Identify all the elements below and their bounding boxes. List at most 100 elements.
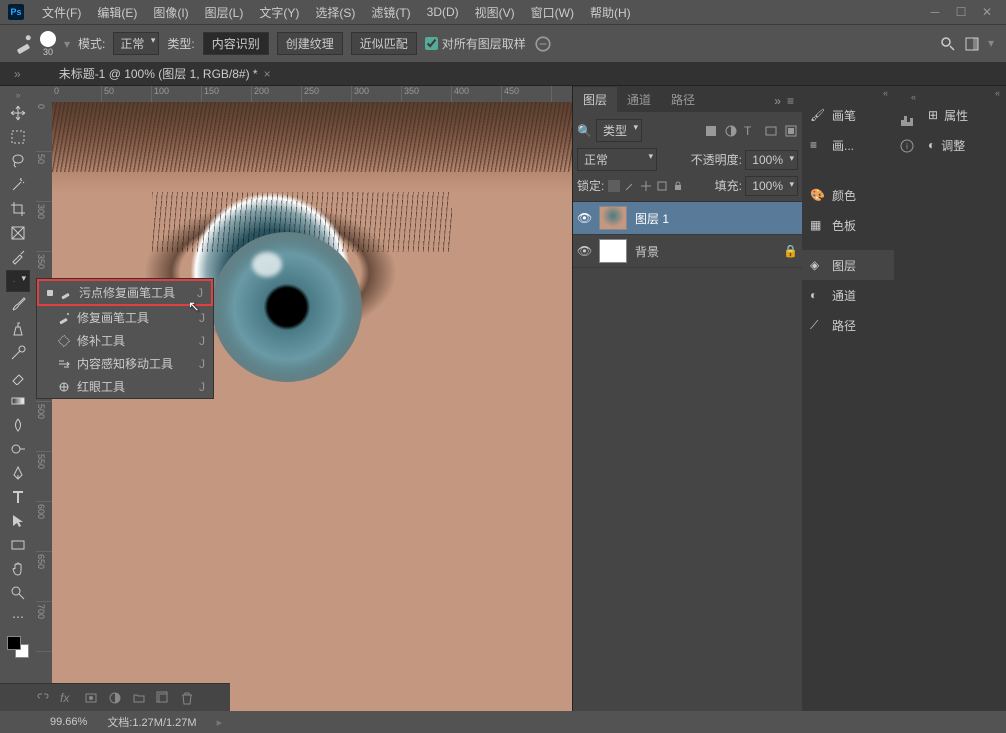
layers-tab[interactable]: 图层: [573, 87, 617, 112]
layer-filter-select[interactable]: 类型: [596, 119, 642, 142]
fill-input[interactable]: 100%: [745, 176, 798, 196]
document-tab[interactable]: 未标题-1 @ 100% (图层 1, RGB/8#) * ×: [49, 62, 281, 85]
collapse-icon[interactable]: «: [920, 86, 1006, 100]
spot-healing-brush-item[interactable]: 污点修复画笔工具 J: [37, 279, 213, 306]
paths-panel-btn[interactable]: ⟋路径: [802, 310, 894, 340]
sample-all-layers-checkbox[interactable]: 对所有图层取样: [425, 35, 526, 52]
adjustment-icon[interactable]: [108, 691, 122, 705]
properties-panel-btn[interactable]: ⊞属性: [920, 100, 1006, 130]
swatch-panel-btn[interactable]: ▦色板: [802, 210, 894, 240]
eraser-tool[interactable]: [6, 366, 30, 388]
rectangle-tool[interactable]: [6, 534, 30, 556]
type-create-texture[interactable]: 创建纹理: [277, 32, 343, 55]
lasso-tool[interactable]: [6, 150, 30, 172]
ruler-vertical[interactable]: 050300350400450500550600650700: [36, 102, 52, 711]
layer-name[interactable]: 图层 1: [635, 210, 669, 227]
window-close[interactable]: ✕: [976, 4, 998, 20]
workspace-icon[interactable]: [964, 36, 980, 52]
trash-icon[interactable]: [180, 691, 194, 705]
lock-paint-icon[interactable]: [624, 180, 636, 192]
move-tool[interactable]: [6, 102, 30, 124]
healing-brush-item[interactable]: 修复画笔工具 J: [37, 306, 213, 329]
filter-adjust-icon[interactable]: [724, 124, 738, 138]
patch-tool-item[interactable]: 修补工具 J: [37, 329, 213, 352]
gradient-tool[interactable]: [6, 390, 30, 412]
type-proximity-match[interactable]: 近似匹配: [351, 32, 417, 55]
opacity-input[interactable]: 100%: [745, 150, 798, 170]
brush-tool[interactable]: [6, 294, 30, 316]
filter-smart-icon[interactable]: [784, 124, 798, 138]
lock-all-icon[interactable]: [672, 180, 684, 192]
zoom-level[interactable]: 99.66%: [50, 716, 87, 728]
menu-layer[interactable]: 图层(L): [197, 4, 252, 21]
channels-panel-btn[interactable]: ◐通道: [802, 280, 894, 310]
menu-edit[interactable]: 编辑(E): [89, 4, 145, 21]
marquee-tool[interactable]: [6, 126, 30, 148]
status-chevron-icon[interactable]: ▸: [217, 716, 223, 729]
blend-mode-select[interactable]: 正常: [113, 32, 159, 55]
red-eye-tool-item[interactable]: 红眼工具 J: [37, 375, 213, 398]
menu-3d[interactable]: 3D(D): [419, 5, 467, 19]
tab-expand-icon[interactable]: »: [14, 67, 21, 81]
history-brush-tool[interactable]: [6, 342, 30, 364]
new-layer-icon[interactable]: [156, 691, 170, 705]
layer-thumbnail[interactable]: [599, 206, 627, 230]
channels-tab[interactable]: 通道: [617, 87, 661, 112]
pen-tool[interactable]: [6, 462, 30, 484]
adjustments-panel-btn[interactable]: ◐调整: [920, 130, 1006, 160]
type-content-aware[interactable]: 内容识别: [203, 32, 269, 55]
info-icon[interactable]: i: [899, 138, 915, 154]
content-aware-move-item[interactable]: 内容感知移动工具 J: [37, 352, 213, 375]
menu-help[interactable]: 帮助(H): [582, 4, 639, 21]
layer-item[interactable]: 👁 背景 🔒: [573, 235, 802, 268]
edit-toolbar[interactable]: ⋯: [6, 606, 30, 628]
spot-healing-tool[interactable]: [6, 270, 30, 292]
visibility-icon[interactable]: 👁: [577, 244, 591, 258]
layer-name[interactable]: 背景: [635, 243, 659, 260]
tab-close-icon[interactable]: ×: [264, 67, 271, 81]
ruler-horizontal[interactable]: 050100150200250300350400450: [52, 86, 572, 102]
window-maximize[interactable]: ☐: [950, 4, 972, 20]
collapse-icon[interactable]: «: [802, 86, 894, 100]
pressure-icon[interactable]: [534, 35, 552, 53]
fx-icon[interactable]: fx: [60, 691, 74, 705]
dodge-tool[interactable]: [6, 438, 30, 460]
color-swatch[interactable]: [7, 636, 29, 658]
type-tool[interactable]: [6, 486, 30, 508]
link-icon[interactable]: [36, 691, 50, 705]
lock-position-icon[interactable]: [640, 180, 652, 192]
menu-select[interactable]: 选择(S): [307, 4, 363, 21]
eyedropper-tool[interactable]: [6, 246, 30, 268]
layer-blend-mode-select[interactable]: 正常: [577, 148, 657, 171]
zoom-tool[interactable]: [6, 582, 30, 604]
panel-menu-icon[interactable]: ≡: [787, 94, 794, 108]
filter-type-icon[interactable]: T: [744, 124, 758, 138]
frame-tool[interactable]: [6, 222, 30, 244]
visibility-icon[interactable]: 👁: [577, 211, 591, 225]
group-icon[interactable]: [132, 691, 146, 705]
brushset-panel-btn[interactable]: ≡画...: [802, 130, 894, 160]
menu-filter[interactable]: 滤镜(T): [363, 4, 418, 21]
window-minimize[interactable]: ─: [924, 4, 946, 20]
menu-image[interactable]: 图像(I): [145, 4, 196, 21]
layer-thumbnail[interactable]: [599, 239, 627, 263]
lock-artboard-icon[interactable]: [656, 180, 668, 192]
brush-preview[interactable]: 30: [40, 31, 56, 57]
filter-shape-icon[interactable]: [764, 124, 778, 138]
paths-tab[interactable]: 路径: [661, 87, 705, 112]
search-icon[interactable]: [940, 36, 956, 52]
canvas[interactable]: [52, 102, 572, 711]
histogram-icon[interactable]: [899, 112, 915, 128]
panel-collapse-icon[interactable]: »: [774, 94, 781, 108]
layers-panel-btn[interactable]: ◈图层: [802, 250, 894, 280]
filter-pixel-icon[interactable]: [704, 124, 718, 138]
mask-icon[interactable]: [84, 691, 98, 705]
lock-transparent-icon[interactable]: [608, 180, 620, 192]
path-select-tool[interactable]: [6, 510, 30, 532]
crop-tool[interactable]: [6, 198, 30, 220]
menu-type[interactable]: 文字(Y): [251, 4, 307, 21]
menu-window[interactable]: 窗口(W): [523, 4, 582, 21]
doc-size[interactable]: 文档:1.27M/1.27M: [107, 714, 196, 730]
collapse-icon[interactable]: «: [911, 92, 920, 102]
layer-item[interactable]: 👁 图层 1: [573, 202, 802, 235]
